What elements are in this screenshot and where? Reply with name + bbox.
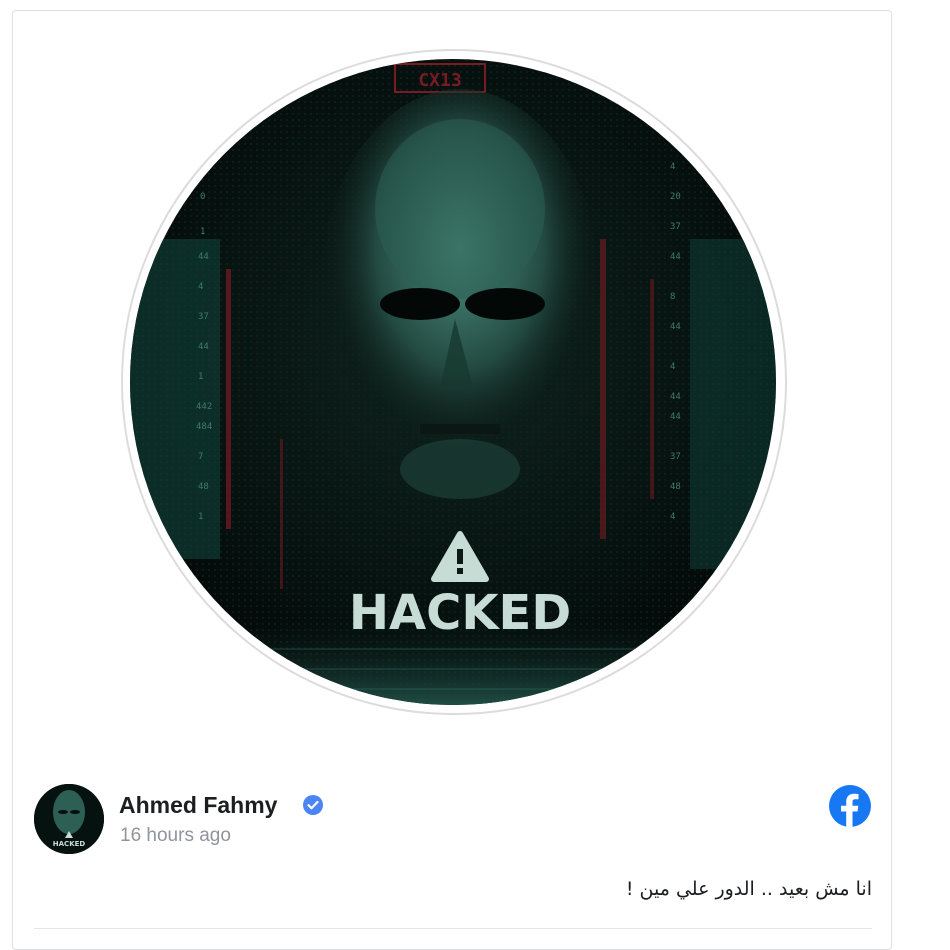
svg-text:4: 4 [198,282,203,292]
post-text: انا مش بعيد .. الدور علي مين ! [625,878,872,900]
svg-text:48: 48 [670,482,681,492]
svg-text:HACKED: HACKED [349,585,571,641]
svg-text:7: 7 [198,452,203,462]
svg-text:442: 442 [196,402,212,412]
svg-text:484: 484 [196,422,212,432]
svg-text:1: 1 [198,512,203,522]
divider [34,928,872,929]
svg-text:44: 44 [198,342,209,352]
profile-photo[interactable]: 0 1 44 4 37 44 1 442 484 7 48 1 4 20 37 44 8 44 4 44 4… [130,59,776,705]
post-author-row: HACKED Ahmed Fahmy 16 hours ago [34,784,950,856]
svg-text:48: 48 [198,482,209,492]
facebook-icon[interactable] [828,784,872,828]
svg-text:44: 44 [670,412,681,422]
svg-text:44: 44 [198,252,209,262]
svg-text:0: 0 [200,192,205,202]
svg-text:20: 20 [670,192,681,202]
svg-text:37: 37 [670,222,681,232]
svg-text:4: 4 [670,162,675,172]
svg-text:37: 37 [198,312,209,322]
svg-text:1: 1 [198,372,203,382]
svg-text:8: 8 [670,292,675,302]
svg-text:4: 4 [670,362,675,372]
svg-text:37: 37 [670,452,681,462]
svg-text:HACKED: HACKED [53,840,86,848]
author-avatar[interactable]: HACKED [34,784,104,854]
svg-text:44: 44 [670,252,681,262]
svg-text:44: 44 [670,392,681,402]
author-name[interactable]: Ahmed Fahmy [119,792,277,819]
svg-text:44: 44 [670,322,681,332]
post-timestamp[interactable]: 16 hours ago [120,825,231,847]
svg-text:CX13: CX13 [418,70,461,91]
verified-badge-icon [303,795,323,815]
svg-text:4: 4 [670,512,675,522]
svg-text:1: 1 [200,227,205,237]
